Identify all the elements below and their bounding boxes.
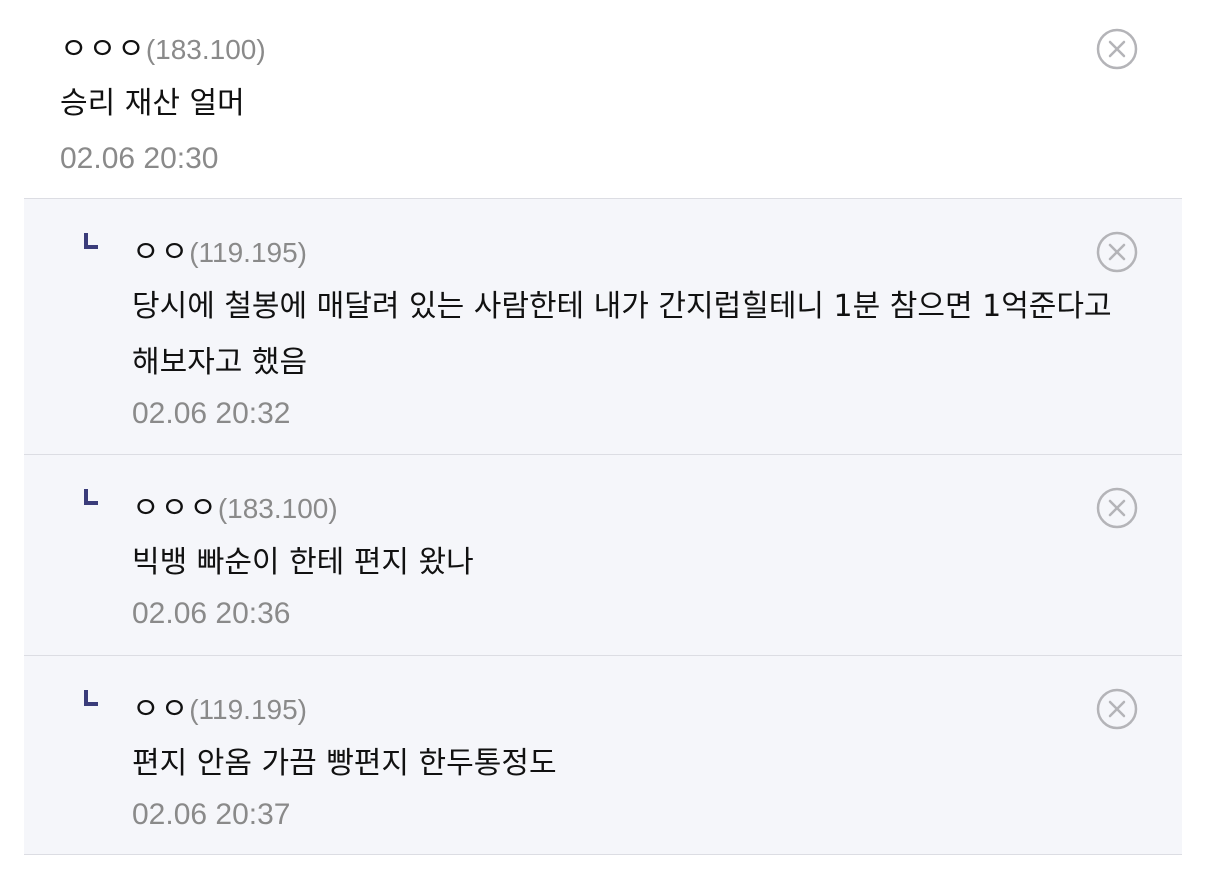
close-circle-icon[interactable] <box>1096 487 1138 529</box>
comment-nickname[interactable]: ㅇㅇ <box>132 684 189 728</box>
comment-timestamp: 02.06 20:32 <box>132 397 291 430</box>
comment-item: ㅇㅇㅇ (183.100) 승리 재산 얼머 02.06 20:30 <box>0 0 1206 198</box>
reply-indicator-icon <box>84 690 98 706</box>
comment-author: ㅇㅇㅇ (183.100) <box>132 483 338 527</box>
comment-text: 당시에 철봉에 매달려 있는 사람한테 내가 간지럽힐테니 1분 참으면 1억준… <box>132 289 1112 380</box>
comment-timestamp: 02.06 20:36 <box>132 597 291 630</box>
comment-timestamp: 02.06 20:37 <box>132 798 291 831</box>
comment-text: 승리 재산 얼머 <box>60 86 245 121</box>
comment-nickname[interactable]: ㅇㅇㅇ <box>60 24 146 68</box>
comment-author: ㅇㅇ (119.195) <box>132 684 307 728</box>
reply-item: ㅇㅇ (119.195) 당시에 철봉에 매달려 있는 사람한테 내가 간지럽힐테… <box>24 198 1182 454</box>
reply-indicator-icon <box>84 489 98 505</box>
comment-ip: (119.195) <box>189 237 307 268</box>
comment-nickname[interactable]: ㅇㅇㅇ <box>132 483 218 527</box>
comment-nickname[interactable]: ㅇㅇ <box>132 227 189 271</box>
close-circle-icon[interactable] <box>1096 231 1138 273</box>
reply-item: ㅇㅇㅇ (183.100) 빅뱅 빠순이 한테 편지 왔나 02.06 20:36 <box>24 454 1182 655</box>
comment-timestamp: 02.06 20:30 <box>60 142 219 175</box>
comment-ip: (183.100) <box>145 34 266 65</box>
comment-ip: (119.195) <box>189 694 307 725</box>
close-circle-icon[interactable] <box>1096 688 1138 730</box>
reply-indicator-icon <box>84 233 98 249</box>
comment-text: 빅뱅 빠순이 한테 편지 왔나 <box>132 545 474 580</box>
comment-text: 편지 안옴 가끔 빵편지 한두통정도 <box>132 746 557 781</box>
close-circle-icon[interactable] <box>1096 28 1138 70</box>
comment-ip: (183.100) <box>217 493 338 524</box>
comment-author: ㅇㅇ (119.195) <box>132 227 307 271</box>
comment-author: ㅇㅇㅇ (183.100) <box>60 24 266 68</box>
reply-item: ㅇㅇ (119.195) 편지 안옴 가끔 빵편지 한두통정도 02.06 20:… <box>24 655 1182 855</box>
